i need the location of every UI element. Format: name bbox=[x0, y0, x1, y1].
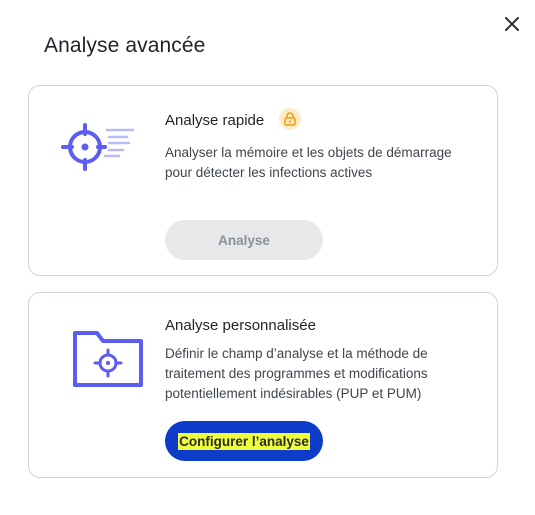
custom-scan-description: Définir le champ d’analyse et la méthode… bbox=[165, 346, 428, 401]
quick-scan-title: Analyse rapide bbox=[165, 112, 265, 129]
premium-badge bbox=[279, 108, 301, 130]
lock-icon bbox=[284, 112, 296, 126]
crosshair-speed-icon bbox=[61, 123, 135, 171]
folder-crosshair-icon bbox=[73, 331, 143, 387]
quick-scan-card: Analyse rapide Analyser la mémoire et le… bbox=[28, 85, 498, 276]
close-icon bbox=[505, 17, 519, 31]
custom-scan-card: Analyse personnalisée Définir le champ d… bbox=[28, 292, 498, 478]
close-button[interactable] bbox=[498, 10, 526, 38]
custom-scan-title: Analyse personnalisée bbox=[165, 317, 316, 334]
dialog-title: Analyse avancée bbox=[44, 34, 206, 57]
quick-scan-button[interactable]: Analyse bbox=[165, 220, 323, 260]
quick-scan-button-label: Analyse bbox=[218, 232, 270, 248]
configure-scan-button[interactable]: Configurer l’analyse bbox=[165, 421, 323, 461]
configure-scan-button-label: Configurer l’analyse bbox=[178, 432, 310, 450]
quick-scan-description: Analyser la mémoire et les objets de dém… bbox=[165, 145, 452, 180]
